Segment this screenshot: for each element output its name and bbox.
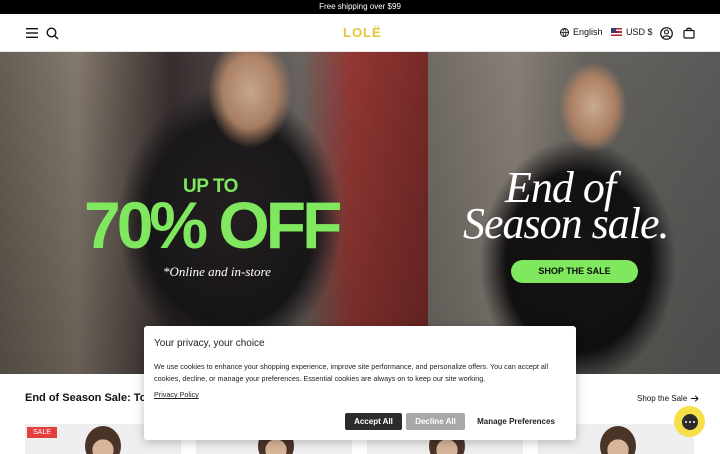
cookie-title: Your privacy, your choice <box>154 338 265 349</box>
shop-the-sale-link[interactable]: Shop the Sale <box>637 394 699 403</box>
menu-icon[interactable] <box>24 25 40 41</box>
bag-icon[interactable] <box>681 25 697 41</box>
globe-icon <box>560 27 569 37</box>
accept-all-button[interactable]: Accept All <box>345 413 402 430</box>
account-icon[interactable] <box>658 25 674 41</box>
sale-badge: SALE <box>27 427 57 438</box>
chat-icon <box>681 413 698 430</box>
cookie-description: We use cookies to enhance your shopping … <box>154 362 549 383</box>
manage-preferences-button[interactable]: Manage Preferences <box>474 413 558 430</box>
language-selector[interactable]: English <box>560 27 603 37</box>
currency-selector[interactable]: USD $ <box>611 27 653 37</box>
site-header: LOLË English USD $ <box>0 14 720 52</box>
site-logo[interactable]: LOLË <box>343 25 382 40</box>
currency-label: USD $ <box>626 27 653 37</box>
cookie-consent-dialog: Your privacy, your choice We use cookies… <box>144 326 576 440</box>
privacy-policy-link[interactable]: Privacy Policy <box>154 390 199 399</box>
shop-the-sale-button[interactable]: SHOP THE SALE <box>511 260 638 283</box>
language-label: English <box>573 27 603 37</box>
hero-discount: 70% OFF <box>84 188 342 262</box>
chat-launcher-button[interactable] <box>674 406 705 437</box>
arrow-right-icon <box>691 395 699 402</box>
search-icon[interactable] <box>44 25 60 41</box>
shop-the-sale-link-label: Shop the Sale <box>637 394 688 403</box>
hero-note: *Online and in-store <box>163 264 271 279</box>
announcement-text: Free shipping over $99 <box>319 2 401 11</box>
announcement-bar: Free shipping over $99 <box>0 0 720 14</box>
decline-all-button[interactable]: Decline All <box>406 413 465 430</box>
hero-headline-line2: Season sale. <box>463 199 670 248</box>
us-flag-icon <box>611 28 622 36</box>
